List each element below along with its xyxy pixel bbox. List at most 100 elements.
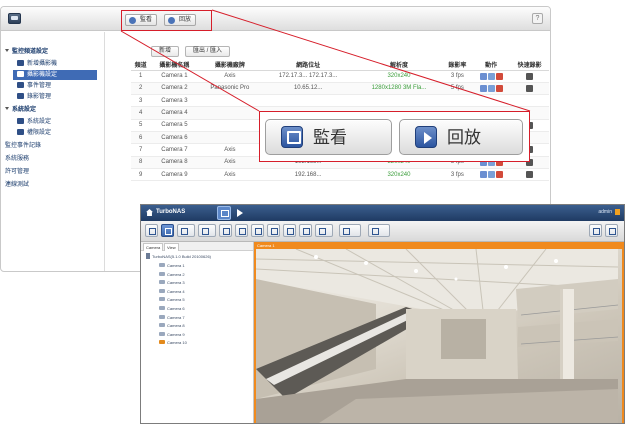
sidebar-item[interactable]: 攝影機設定 (13, 70, 97, 80)
camera-tree-item[interactable]: Camera 6 (159, 305, 185, 313)
video-header: Camera 1 (254, 242, 624, 249)
fps-cell: 5 fps (442, 82, 472, 96)
configure-icon[interactable] (479, 84, 487, 92)
sequence-dropdown-icon[interactable] (339, 224, 361, 237)
camera-icon (159, 323, 165, 328)
table-row[interactable]: 3 Camera 3 (131, 94, 549, 108)
home-icon[interactable] (146, 209, 153, 216)
live-video-feed[interactable] (256, 249, 622, 423)
camera-tree-item[interactable]: Camera 3 (159, 279, 185, 287)
brand-label: TurboNAS (156, 209, 186, 215)
sidebar-item[interactable]: 連線測試 (5, 180, 29, 190)
table-row[interactable]: 2 Camera 2 Panasonic Pro 10.65.12... 1280x12… (131, 82, 549, 96)
camera-tree-item[interactable]: Camera 9 (159, 331, 185, 339)
settings-icon[interactable] (605, 224, 618, 237)
layout-6-icon[interactable] (198, 224, 216, 237)
edit-icon[interactable] (487, 84, 495, 92)
camera-tree-item[interactable]: Camera 5 (159, 296, 185, 304)
delete-icon[interactable] (495, 170, 503, 178)
layout-9-icon[interactable] (235, 224, 248, 237)
sidebar-item[interactable]: 許可管理 (5, 167, 29, 177)
camera-tree-label: Camera 10 (167, 340, 187, 346)
camera-icon (159, 280, 165, 285)
channel-cell: 8 (131, 156, 151, 169)
mall-interior-image (256, 249, 618, 423)
camera-tree-item[interactable]: Camera 8 (159, 322, 185, 330)
configure-icon[interactable] (479, 72, 487, 80)
sidebar-item[interactable]: 新增攝影機 (17, 59, 57, 69)
layout-16-icon[interactable] (283, 224, 296, 237)
layout-4-icon[interactable] (177, 224, 195, 237)
server-icon (146, 253, 150, 259)
channel-cell: 3 (131, 94, 151, 108)
tab-view[interactable]: View (164, 243, 179, 251)
layout-10-icon[interactable] (251, 224, 264, 237)
quick-record-cell (510, 94, 549, 108)
tab-camera[interactable]: Camera (143, 243, 164, 251)
big-monitor-button[interactable]: 監看 (265, 119, 392, 155)
sidebar-item-label: 系統設定 (27, 119, 52, 125)
configure-icon[interactable] (479, 170, 487, 178)
sidebar-item-label: 監控頻道設定 (12, 49, 49, 55)
add-camera-button[interactable]: 新增 (151, 46, 180, 57)
big-playback-button[interactable]: 回放 (399, 119, 523, 155)
camera-tree-item[interactable]: Camera 1 (159, 262, 185, 270)
camera-tree-item[interactable]: Camera 7 (159, 314, 185, 322)
user-menu[interactable]: admin (598, 209, 620, 215)
resolution-cell: 1280x1280 3M Fla... (355, 82, 443, 96)
sidebar-item[interactable]: 系統設定 (5, 105, 36, 115)
table-header-row: 頻道 攝影機名稱 攝影機廠牌 網路位址 解析度 錄影率 動作 快速錄影 (131, 60, 549, 71)
channel-cell: 4 (131, 106, 151, 120)
table-row[interactable]: 1 Camera 1 Axis 172.17.3... 172.17.3... 320x… (131, 70, 549, 83)
record-icon[interactable] (526, 84, 534, 92)
layout-8-icon[interactable] (219, 224, 232, 237)
sidebar-item-icon (17, 60, 24, 66)
sidebar-item-icon (17, 93, 24, 99)
import-export-button[interactable]: 匯出 / 匯入 (185, 46, 231, 57)
expand-arrow-icon[interactable] (5, 49, 9, 52)
record-icon[interactable] (526, 72, 534, 80)
table-row[interactable]: 9 Camera 9 Axis 192.168... 320x240 3 fps (131, 168, 549, 182)
sidebar-item[interactable]: 錄影管理 (17, 92, 51, 102)
camera-icon (159, 297, 165, 302)
ip-cell: 10.65.12... (261, 82, 356, 96)
sidebar-item-label: 權限設定 (27, 130, 52, 136)
expand-arrow-icon[interactable] (5, 107, 9, 110)
sidebar-item[interactable]: 監控頻道設定 (5, 47, 48, 57)
sidebar-item[interactable]: 事件管理 (17, 81, 51, 91)
sidebar-item[interactable]: 權限設定 (17, 128, 51, 138)
layout-12-icon[interactable] (267, 224, 280, 237)
ip-cell: 192.168... (261, 168, 356, 182)
record-icon[interactable] (526, 170, 534, 178)
playback-tab-icon[interactable] (237, 209, 243, 217)
sidebar-item-label: 新增攝影機 (27, 61, 58, 67)
edit-icon[interactable] (487, 170, 495, 178)
delete-icon[interactable] (495, 84, 503, 92)
sidebar-item[interactable]: 系統服務 (5, 154, 29, 164)
fullscreen-icon[interactable] (145, 224, 158, 237)
camera-tree-item[interactable]: Camera 2 (159, 271, 185, 279)
camera-tree-label: Camera 6 (167, 306, 185, 311)
sequential-mode-icon[interactable] (368, 224, 390, 237)
layout-20-icon[interactable] (299, 224, 312, 237)
monitor-tab-icon[interactable] (217, 206, 231, 220)
toolbar-highlight (121, 10, 212, 31)
delete-icon[interactable] (495, 72, 503, 80)
server-node[interactable]: TurboNAS(5.1.0 Build 20100626) (146, 253, 211, 261)
edit-icon[interactable] (487, 72, 495, 80)
snapshot-icon[interactable] (589, 224, 602, 237)
camera-tree-label: Camera 3 (167, 280, 185, 286)
layout-single-icon[interactable] (161, 224, 174, 237)
sidebar-item[interactable]: 監控事件記錄 (5, 141, 41, 151)
camera-tree-item[interactable]: Camera 10 (159, 339, 187, 347)
quick-record-cell (510, 168, 549, 182)
camera-name-cell: Camera 8 (150, 156, 199, 169)
sidebar-item-label: 系統設定 (12, 107, 37, 113)
camera-name-cell: Camera 9 (150, 168, 199, 182)
layout-more-icon[interactable] (315, 224, 333, 237)
column-header: 攝影機廠牌 (198, 60, 262, 71)
camera-tree-item[interactable]: Camera 4 (159, 288, 185, 296)
sidebar-item-label: 監控事件記錄 (5, 143, 42, 149)
help-button[interactable]: ? (532, 13, 543, 24)
sidebar-item[interactable]: 系統設定 (17, 117, 51, 127)
